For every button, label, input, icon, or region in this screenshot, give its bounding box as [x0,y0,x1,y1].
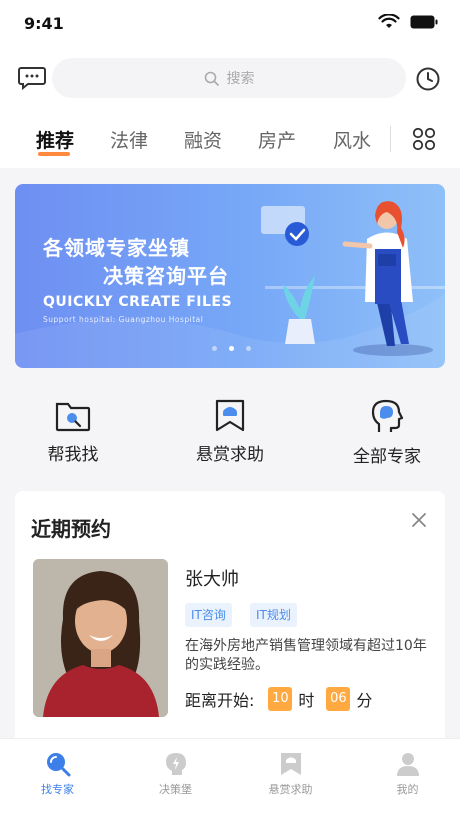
expert-description: 在海外房地产销售管理领域有超过10年的实践经验。 [185,638,427,673]
status-time: 9:41 [24,14,64,33]
countdown-hours-unit: 时 [298,691,315,710]
tabbar-reward-help[interactable]: 悬赏求助 [233,751,348,797]
shortcut-help-find[interactable]: 帮我找 [13,398,133,465]
shortcut-label: 全部专家 [353,447,421,467]
search-input[interactable]: 搜索 [52,58,406,98]
tabbar-decision-fort[interactable]: 决策堡 [118,751,233,797]
tabbar-mine[interactable]: 我的 [350,751,460,797]
tabbar-find-expert[interactable]: 找专家 [0,751,115,797]
banner-title-line2: 决策咨询平台 [103,264,229,288]
tab-divider [390,126,391,152]
search-placeholder: 搜索 [226,71,255,87]
banner-subtitle: QUICKLY CREATE FILES [43,294,233,310]
folder-search-icon [55,402,91,432]
countdown-minutes: 06 [326,687,351,711]
expert-tag: IT规划 [250,603,297,627]
tab-recommend[interactable]: 推荐 [36,126,74,153]
tabbar-label: 我的 [396,783,419,796]
category-tabs: 推荐 法律 融资 房产 风水 [0,106,460,168]
expert-tag: IT咨询 [185,603,232,627]
search-icon [204,71,219,86]
close-icon[interactable] [411,512,427,528]
user-icon [396,753,419,776]
status-icons [378,14,438,30]
banner-title-line1: 各领域专家坐镇 [43,236,190,260]
wifi-icon [378,14,400,28]
shortcut-label: 悬赏求助 [196,445,264,465]
bookmark-reward-icon [280,753,301,775]
banner-illustration [15,201,445,368]
tab-finance[interactable]: 融资 [184,126,222,153]
banner-dot[interactable] [212,346,217,351]
recent-appointments-card: 近期预约 张大帅 IT咨询 IT规划 在海外房地产销售管理领域有超过10年的实践… [15,491,445,751]
countdown-hours: 10 [268,687,293,711]
expert-photo [33,559,168,717]
shortcut-all-experts[interactable]: 全部专家 [327,398,447,467]
decision-fort-icon [165,753,186,775]
expert-name[interactable]: 张大帅 [185,565,239,591]
expert-avatar[interactable] [33,559,168,717]
tabbar-label: 悬赏求助 [268,783,313,796]
countdown-label: 距离开始: [185,691,255,710]
banner-dot-active[interactable] [229,346,234,351]
tabbar-label: 找专家 [41,783,74,796]
banner-dot[interactable] [246,346,251,351]
battery-icon [410,15,438,29]
clock-icon[interactable] [416,67,440,91]
countdown: 距离开始: 10 时 06 分 [185,687,372,711]
shortcut-reward-help[interactable]: 悬赏求助 [170,398,290,465]
countdown-minutes-unit: 分 [356,691,373,710]
promo-banner[interactable]: 各领域专家坐镇 决策咨询平台 QUICKLY CREATE FILES Supp… [15,184,445,368]
message-icon[interactable] [18,66,46,90]
banner-small-text: Support hospital: Guangzhou Hospital [43,315,204,324]
head-brain-icon [371,399,404,432]
tab-real-estate[interactable]: 房产 [258,126,296,153]
shortcut-row: 帮我找 悬赏求助 全部专家 [0,384,460,480]
grid-icon[interactable] [412,127,436,151]
tabbar-label: 决策堡 [159,783,192,796]
shortcut-label: 帮我找 [47,445,99,465]
search-row: 搜索 [0,48,460,106]
status-bar: 9:41 [0,0,460,48]
tab-law[interactable]: 法律 [110,126,148,153]
find-expert-icon [46,753,70,777]
bottom-tab-bar: 找专家 决策堡 悬赏求助 我的 [0,738,460,818]
bookmark-reward-icon [215,399,245,432]
tab-fengshui[interactable]: 风水 [333,126,371,153]
active-tab-indicator [38,152,70,156]
card-title: 近期预约 [31,517,111,541]
banner-pagination [212,346,251,351]
